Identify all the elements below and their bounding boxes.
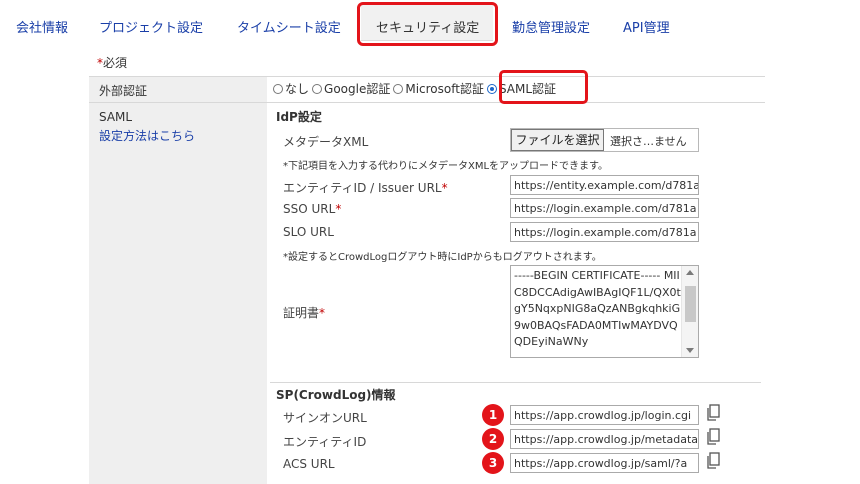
required-note-text: 必須 <box>103 56 128 70</box>
sso-url-label: SSO URL* <box>283 202 341 216</box>
sso-url-label-text: SSO URL <box>283 202 336 216</box>
idp-entity-id-label: エンティティID / Issuer URL* <box>283 179 448 196</box>
signon-url-input[interactable]: https://app.crowdlog.jp/login.cgi <box>510 405 699 425</box>
tab-api-management[interactable]: API管理 <box>623 17 670 36</box>
radio-microsoft[interactable] <box>393 84 404 94</box>
certificate-label: 証明書* <box>283 304 325 321</box>
acs-url-label: ACS URL <box>283 457 335 471</box>
idp-entity-id-input[interactable]: https://entity.example.com/d781a <box>510 175 699 195</box>
radio-google[interactable] <box>312 84 323 94</box>
tab-project-settings[interactable]: プロジェクト設定 <box>99 17 203 36</box>
required-star: * <box>441 181 448 195</box>
signon-url-label: サインオンURL <box>283 411 367 425</box>
scroll-down-icon[interactable] <box>686 348 694 353</box>
certificate-scrollbar[interactable] <box>681 266 698 357</box>
saml-option-highlight <box>499 70 588 104</box>
idp-heading: IdP設定 <box>276 110 322 124</box>
idp-entity-id-label-text: エンティティID / Issuer URL <box>283 181 442 195</box>
tab-timesheet-settings[interactable]: タイムシート設定 <box>237 17 341 36</box>
auth-option-microsoft[interactable]: Microsoft認証 <box>393 82 484 96</box>
saml-label: SAML <box>99 110 133 124</box>
auth-option-google-label: Google認証 <box>324 82 391 96</box>
slo-url-input[interactable]: https://login.example.com/d781a <box>510 222 699 242</box>
logout-note: *設定するとCrowdLogログアウト時にIdPからもログアウトされます。 <box>283 252 602 263</box>
radio-none[interactable] <box>273 84 283 94</box>
auth-option-google[interactable]: Google認証 <box>312 82 390 96</box>
external-auth-label: 外部認証 <box>99 84 148 98</box>
copy-icon[interactable] <box>705 452 721 470</box>
copy-icon[interactable] <box>705 404 721 422</box>
sp-entity-id-input[interactable]: https://app.crowdlog.jp/metadata <box>510 429 699 449</box>
row-divider <box>89 102 765 103</box>
copy-icon[interactable] <box>705 428 721 446</box>
radio-saml[interactable] <box>486 84 497 94</box>
auth-option-none[interactable]: なし <box>273 82 309 96</box>
metadata-upload-note: *下記項目を入力する代わりにメタデータXMLをアップロードできます。 <box>283 161 609 172</box>
required-note: *必須 <box>97 54 127 71</box>
saml-howto-link[interactable]: 設定方法はこちら <box>99 127 195 144</box>
required-star: * <box>335 202 342 216</box>
tab-company-info[interactable]: 会社情報 <box>16 17 68 36</box>
scroll-thumb[interactable] <box>685 286 696 322</box>
file-select-button[interactable]: ファイルを選択 <box>511 129 604 151</box>
scroll-up-icon[interactable] <box>686 270 694 275</box>
metadata-xml-label: メタデータXML <box>283 135 369 149</box>
sso-url-input[interactable]: https://login.example.com/d781a <box>510 198 699 218</box>
section-divider <box>270 382 761 383</box>
acs-url-input[interactable]: https://app.crowdlog.jp/saml/?a <box>510 453 699 473</box>
certificate-textarea[interactable]: -----BEGIN CERTIFICATE----- MIIC8DCCAdig… <box>510 265 699 358</box>
callout-badge-1: 1 <box>482 404 504 426</box>
sp-entity-id-label: エンティティID <box>283 435 367 449</box>
tab-security-settings[interactable]: セキュリティ設定 <box>376 17 479 36</box>
row-divider <box>89 76 765 77</box>
sp-heading: SP(CrowdLog)情報 <box>276 388 396 402</box>
callout-badge-2: 2 <box>482 428 504 450</box>
slo-url-label: SLO URL <box>283 225 334 239</box>
file-status-text: 選択さ…ません <box>610 135 687 148</box>
settings-tabs: 会社情報 プロジェクト設定 タイムシート設定 セキュリティ設定 勤怠管理設定 A… <box>0 0 860 46</box>
auth-option-none-label: なし <box>285 82 310 96</box>
auth-option-microsoft-label: Microsoft認証 <box>405 82 484 96</box>
certificate-label-text: 証明書 <box>283 306 320 320</box>
callout-badge-3: 3 <box>482 452 504 474</box>
tab-attendance-settings[interactable]: 勤怠管理設定 <box>512 17 590 36</box>
required-star: * <box>319 306 326 320</box>
certificate-text: -----BEGIN CERTIFICATE----- MIIC8DCCAdig… <box>514 269 681 348</box>
